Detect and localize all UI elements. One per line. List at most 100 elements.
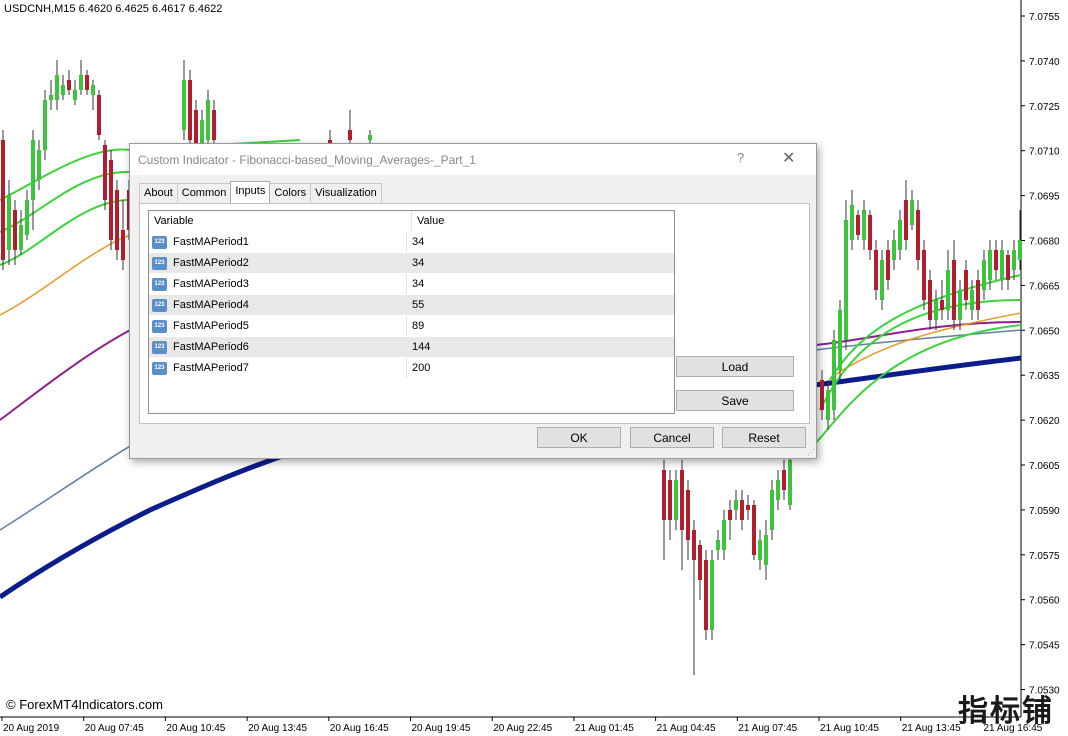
resize-grip-icon[interactable]: ⋰	[807, 448, 815, 457]
dialog-tabs: About Common Inputs Colors Visualization	[139, 181, 382, 203]
price-label: 7.0605	[1029, 461, 1060, 472]
variable-name: FastMAPeriod2	[173, 257, 249, 269]
price-label: 7.0590	[1029, 506, 1060, 517]
save-button[interactable]: Save	[676, 390, 794, 411]
input-row[interactable]: 123 FastMAPeriod6 144	[149, 336, 674, 357]
bullish-candle	[844, 200, 848, 350]
time-label: 20 Aug 16:45	[330, 723, 389, 734]
header-value[interactable]: Value	[412, 211, 444, 231]
input-row[interactable]: 123 FastMAPeriod2 34	[149, 252, 674, 273]
bearish-candle	[1, 130, 5, 270]
input-row[interactable]: 123 FastMAPeriod4 55	[149, 294, 674, 315]
variable-cell: 123 FastMAPeriod1	[149, 232, 407, 252]
time-label: 20 Aug 22:45	[493, 723, 552, 734]
bullish-candle	[43, 90, 47, 160]
integer-type-icon: 123	[152, 298, 167, 312]
close-icon[interactable]: ✕	[782, 148, 795, 168]
inputs-grid: Variable Value 123 FastMAPeriod1 34 123 Fast…	[148, 210, 675, 414]
dialog-titlebar[interactable]: Custom Indicator - Fibonacci-based_Movin…	[130, 144, 816, 175]
variable-name: FastMAPeriod7	[173, 362, 249, 374]
bullish-candle	[832, 330, 836, 420]
bearish-candle	[752, 500, 756, 560]
integer-type-icon: 123	[152, 340, 167, 354]
price-label: 7.0695	[1029, 192, 1060, 203]
time-label: 20 Aug 13:45	[248, 723, 307, 734]
integer-type-icon: 123	[152, 277, 167, 291]
tab-colors[interactable]: Colors	[269, 183, 312, 203]
value-cell[interactable]: 34	[407, 274, 424, 294]
time-label: 20 Aug 10:45	[166, 723, 225, 734]
tab-inputs[interactable]: Inputs	[230, 181, 271, 203]
price-label: 7.0545	[1029, 641, 1060, 652]
header-variable[interactable]: Variable	[149, 211, 412, 231]
time-label: 20 Aug 2019	[3, 723, 60, 734]
integer-type-icon: 123	[152, 361, 167, 375]
variable-cell: 123 FastMAPeriod5	[149, 316, 407, 336]
price-label: 7.0575	[1029, 551, 1060, 562]
input-row[interactable]: 123 FastMAPeriod5 89	[149, 315, 674, 336]
time-label: 21 Aug 07:45	[738, 723, 797, 734]
value-cell[interactable]: 144	[407, 337, 430, 357]
reset-button[interactable]: Reset	[722, 427, 806, 448]
grid-header: Variable Value	[149, 211, 674, 231]
price-label: 7.0725	[1029, 102, 1060, 113]
integer-type-icon: 123	[152, 256, 167, 270]
inputs-panel: Variable Value 123 FastMAPeriod1 34 123 Fast…	[139, 203, 810, 424]
value-cell[interactable]: 55	[407, 295, 424, 315]
bearish-candle	[115, 180, 119, 260]
price-label: 7.0620	[1029, 416, 1060, 427]
variable-name: FastMAPeriod3	[173, 278, 249, 290]
bearish-candle	[109, 150, 113, 250]
tab-common[interactable]: Common	[176, 183, 232, 203]
bearish-candle	[916, 200, 920, 270]
input-row[interactable]: 123 FastMAPeriod1 34	[149, 231, 674, 252]
variable-name: FastMAPeriod5	[173, 320, 249, 332]
price-label: 7.0665	[1029, 281, 1060, 292]
tab-visualization[interactable]: Visualization	[310, 183, 382, 203]
bearish-candle	[97, 90, 101, 140]
price-label: 7.0680	[1029, 237, 1060, 248]
price-label: 7.0710	[1029, 147, 1060, 158]
input-row[interactable]: 123 FastMAPeriod7 200	[149, 357, 674, 378]
bearish-candle	[103, 140, 107, 210]
time-label: 20 Aug 19:45	[412, 723, 471, 734]
custom-indicator-dialog: Custom Indicator - Fibonacci-based_Movin…	[129, 143, 817, 459]
load-button[interactable]: Load	[676, 356, 794, 377]
time-label: 21 Aug 01:45	[575, 723, 634, 734]
time-label: 21 Aug 04:45	[657, 723, 716, 734]
bearish-candle	[704, 550, 708, 640]
price-label: 7.0755	[1029, 12, 1060, 23]
dialog-title: Custom Indicator - Fibonacci-based_Movin…	[138, 153, 476, 167]
variable-name: FastMAPeriod4	[173, 299, 249, 311]
time-label: 21 Aug 13:45	[902, 723, 961, 734]
tab-about[interactable]: About	[139, 183, 178, 203]
variable-name: FastMAPeriod6	[173, 341, 249, 353]
price-label: 7.0635	[1029, 371, 1060, 382]
symbol-quote-header: USDCNH,M15 6.4620 6.4625 6.4617 6.4622	[4, 3, 223, 15]
variable-cell: 123 FastMAPeriod2	[149, 253, 407, 273]
help-icon[interactable]: ?	[737, 150, 744, 165]
ok-button[interactable]: OK	[537, 427, 621, 448]
variable-cell: 123 FastMAPeriod6	[149, 337, 407, 357]
variable-cell: 123 FastMAPeriod3	[149, 274, 407, 294]
integer-type-icon: 123	[152, 235, 167, 249]
bearish-candle	[922, 240, 926, 310]
price-label: 7.0740	[1029, 57, 1060, 68]
input-row[interactable]: 123 FastMAPeriod3 34	[149, 273, 674, 294]
value-cell[interactable]: 200	[407, 358, 430, 378]
value-cell[interactable]: 34	[407, 253, 424, 273]
value-cell[interactable]: 34	[407, 232, 424, 252]
cancel-button[interactable]: Cancel	[630, 427, 714, 448]
price-label: 7.0560	[1029, 596, 1060, 607]
value-cell[interactable]: 89	[407, 316, 424, 336]
bullish-candle	[710, 550, 714, 640]
integer-type-icon: 123	[152, 319, 167, 333]
bullish-candle	[838, 300, 842, 380]
site-watermark: © ForexMT4Indicators.com	[6, 697, 163, 712]
corner-logo: 指标铺	[958, 694, 1054, 729]
time-label: 20 Aug 07:45	[85, 723, 144, 734]
price-label: 7.0650	[1029, 326, 1060, 337]
variable-name: FastMAPeriod1	[173, 236, 249, 248]
time-label: 21 Aug 10:45	[820, 723, 879, 734]
variable-cell: 123 FastMAPeriod4	[149, 295, 407, 315]
